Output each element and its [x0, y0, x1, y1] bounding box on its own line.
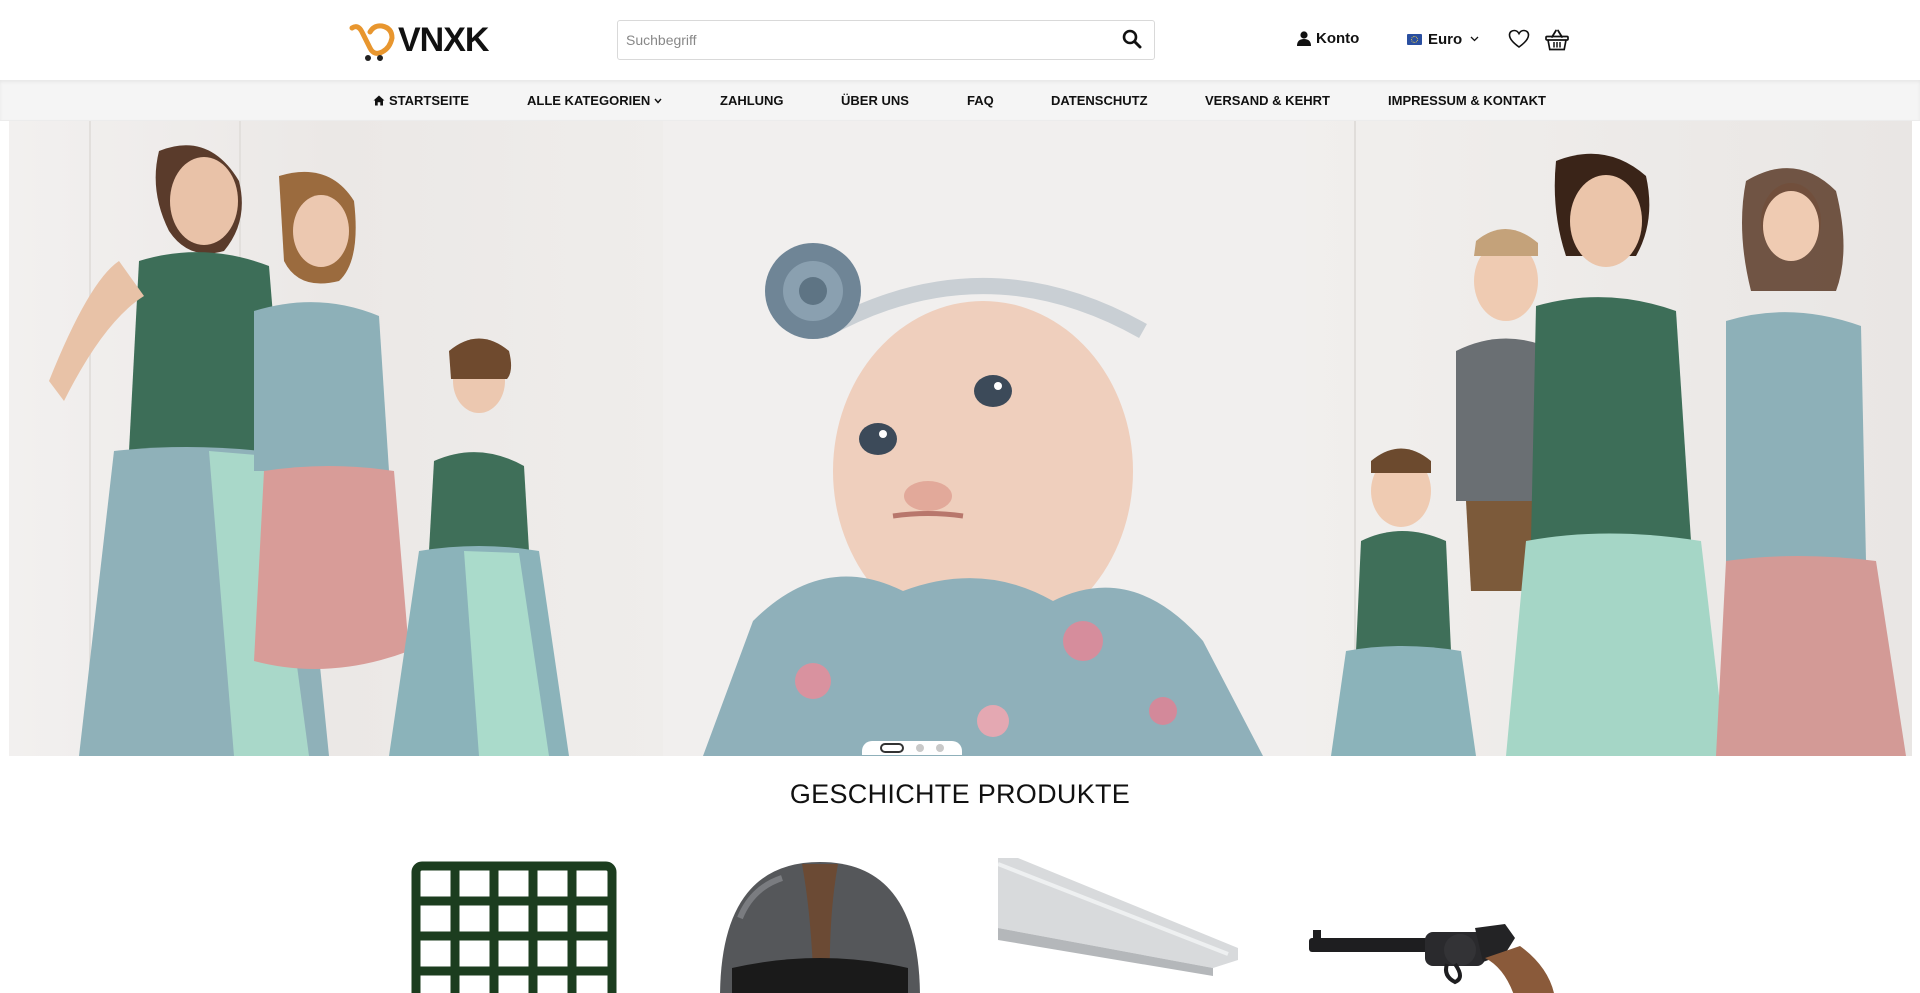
nav-label: VERSAND & KEHRT	[1205, 93, 1330, 108]
account-label: Konto	[1316, 30, 1360, 47]
nav-item-startseite[interactable]: STARTSEITE	[373, 93, 469, 108]
slide-panel-mother-daughters	[9, 121, 663, 756]
family-in-dirndl-photo	[1331, 121, 1906, 756]
hero-slider[interactable]	[9, 121, 1912, 756]
site-header: VNXK Konto Euro	[0, 0, 1920, 80]
nav-label: STARTSEITE	[389, 93, 469, 108]
nav-item-impressum-kontakt[interactable]: IMPRESSUM & KONTAKT	[1388, 93, 1546, 108]
heart-icon	[1508, 29, 1530, 48]
nav-label: ALLE KATEGORIEN	[527, 93, 651, 108]
search-bar	[617, 20, 1155, 60]
baby-in-floral-dress-photo	[663, 121, 1306, 756]
currency-label: Euro	[1428, 31, 1463, 48]
slider-dot-1[interactable]	[880, 743, 904, 753]
logo-text: VNXK	[398, 20, 489, 59]
slide-panel-baby	[663, 121, 1306, 756]
nav-item-versand-kehrt[interactable]: VERSAND & KEHRT	[1205, 93, 1330, 108]
green-grid-mat-photo	[411, 861, 617, 993]
currency-selector[interactable]: Euro	[1407, 31, 1479, 48]
logo-icon	[349, 23, 395, 61]
motorcycle-helmet-photo	[720, 862, 920, 993]
slider-pagination	[862, 741, 962, 755]
product-card-3[interactable]	[998, 858, 1238, 993]
nav-item-faq[interactable]: FAQ	[967, 93, 994, 108]
nav-item-datenschutz[interactable]: DATENSCHUTZ	[1051, 93, 1148, 108]
nav-label: ZAHLUNG	[720, 93, 784, 108]
slide-panel-family	[1306, 121, 1912, 756]
cart-button[interactable]	[1545, 29, 1569, 56]
chevron-down-icon	[654, 98, 662, 104]
nav-label: IMPRESSUM & KONTAKT	[1388, 93, 1546, 108]
featured-products-title: GESCHICHTE PRODUKTE	[789, 779, 1131, 809]
mother-and-daughters-in-dirndl-photo	[49, 121, 569, 756]
slider-dot-2[interactable]	[916, 744, 924, 752]
nav-label: DATENSCHUTZ	[1051, 93, 1148, 108]
product-card-4[interactable]	[1305, 858, 1571, 993]
main-nav: STARTSEITE ALLE KATEGORIEN ZAHLUNG ÜBER …	[0, 80, 1920, 121]
user-icon	[1297, 31, 1311, 46]
nav-item-ueber-uns[interactable]: ÜBER UNS	[841, 93, 909, 108]
nav-label: ÜBER UNS	[841, 93, 909, 108]
search-button[interactable]	[1122, 29, 1144, 51]
aluminium-profile-photo	[998, 858, 1238, 976]
revolver-photo	[1309, 924, 1554, 993]
wishlist-button[interactable]	[1508, 29, 1530, 54]
search-icon	[1122, 29, 1142, 49]
search-input[interactable]	[618, 21, 1114, 59]
product-card-1[interactable]	[410, 858, 618, 993]
nav-label: FAQ	[967, 93, 994, 108]
product-card-2[interactable]	[712, 858, 928, 993]
basket-icon	[1545, 29, 1569, 51]
slider-dot-3[interactable]	[936, 744, 944, 752]
flag-eu-icon	[1407, 34, 1422, 45]
nav-item-zahlung[interactable]: ZAHLUNG	[720, 93, 784, 108]
nav-item-alle-kategorien[interactable]: ALLE KATEGORIEN	[527, 93, 662, 108]
account-link[interactable]: Konto	[1297, 30, 1359, 47]
site-logo[interactable]: VNXK	[348, 18, 489, 62]
chevron-down-icon	[1470, 34, 1479, 45]
home-icon	[373, 95, 385, 106]
